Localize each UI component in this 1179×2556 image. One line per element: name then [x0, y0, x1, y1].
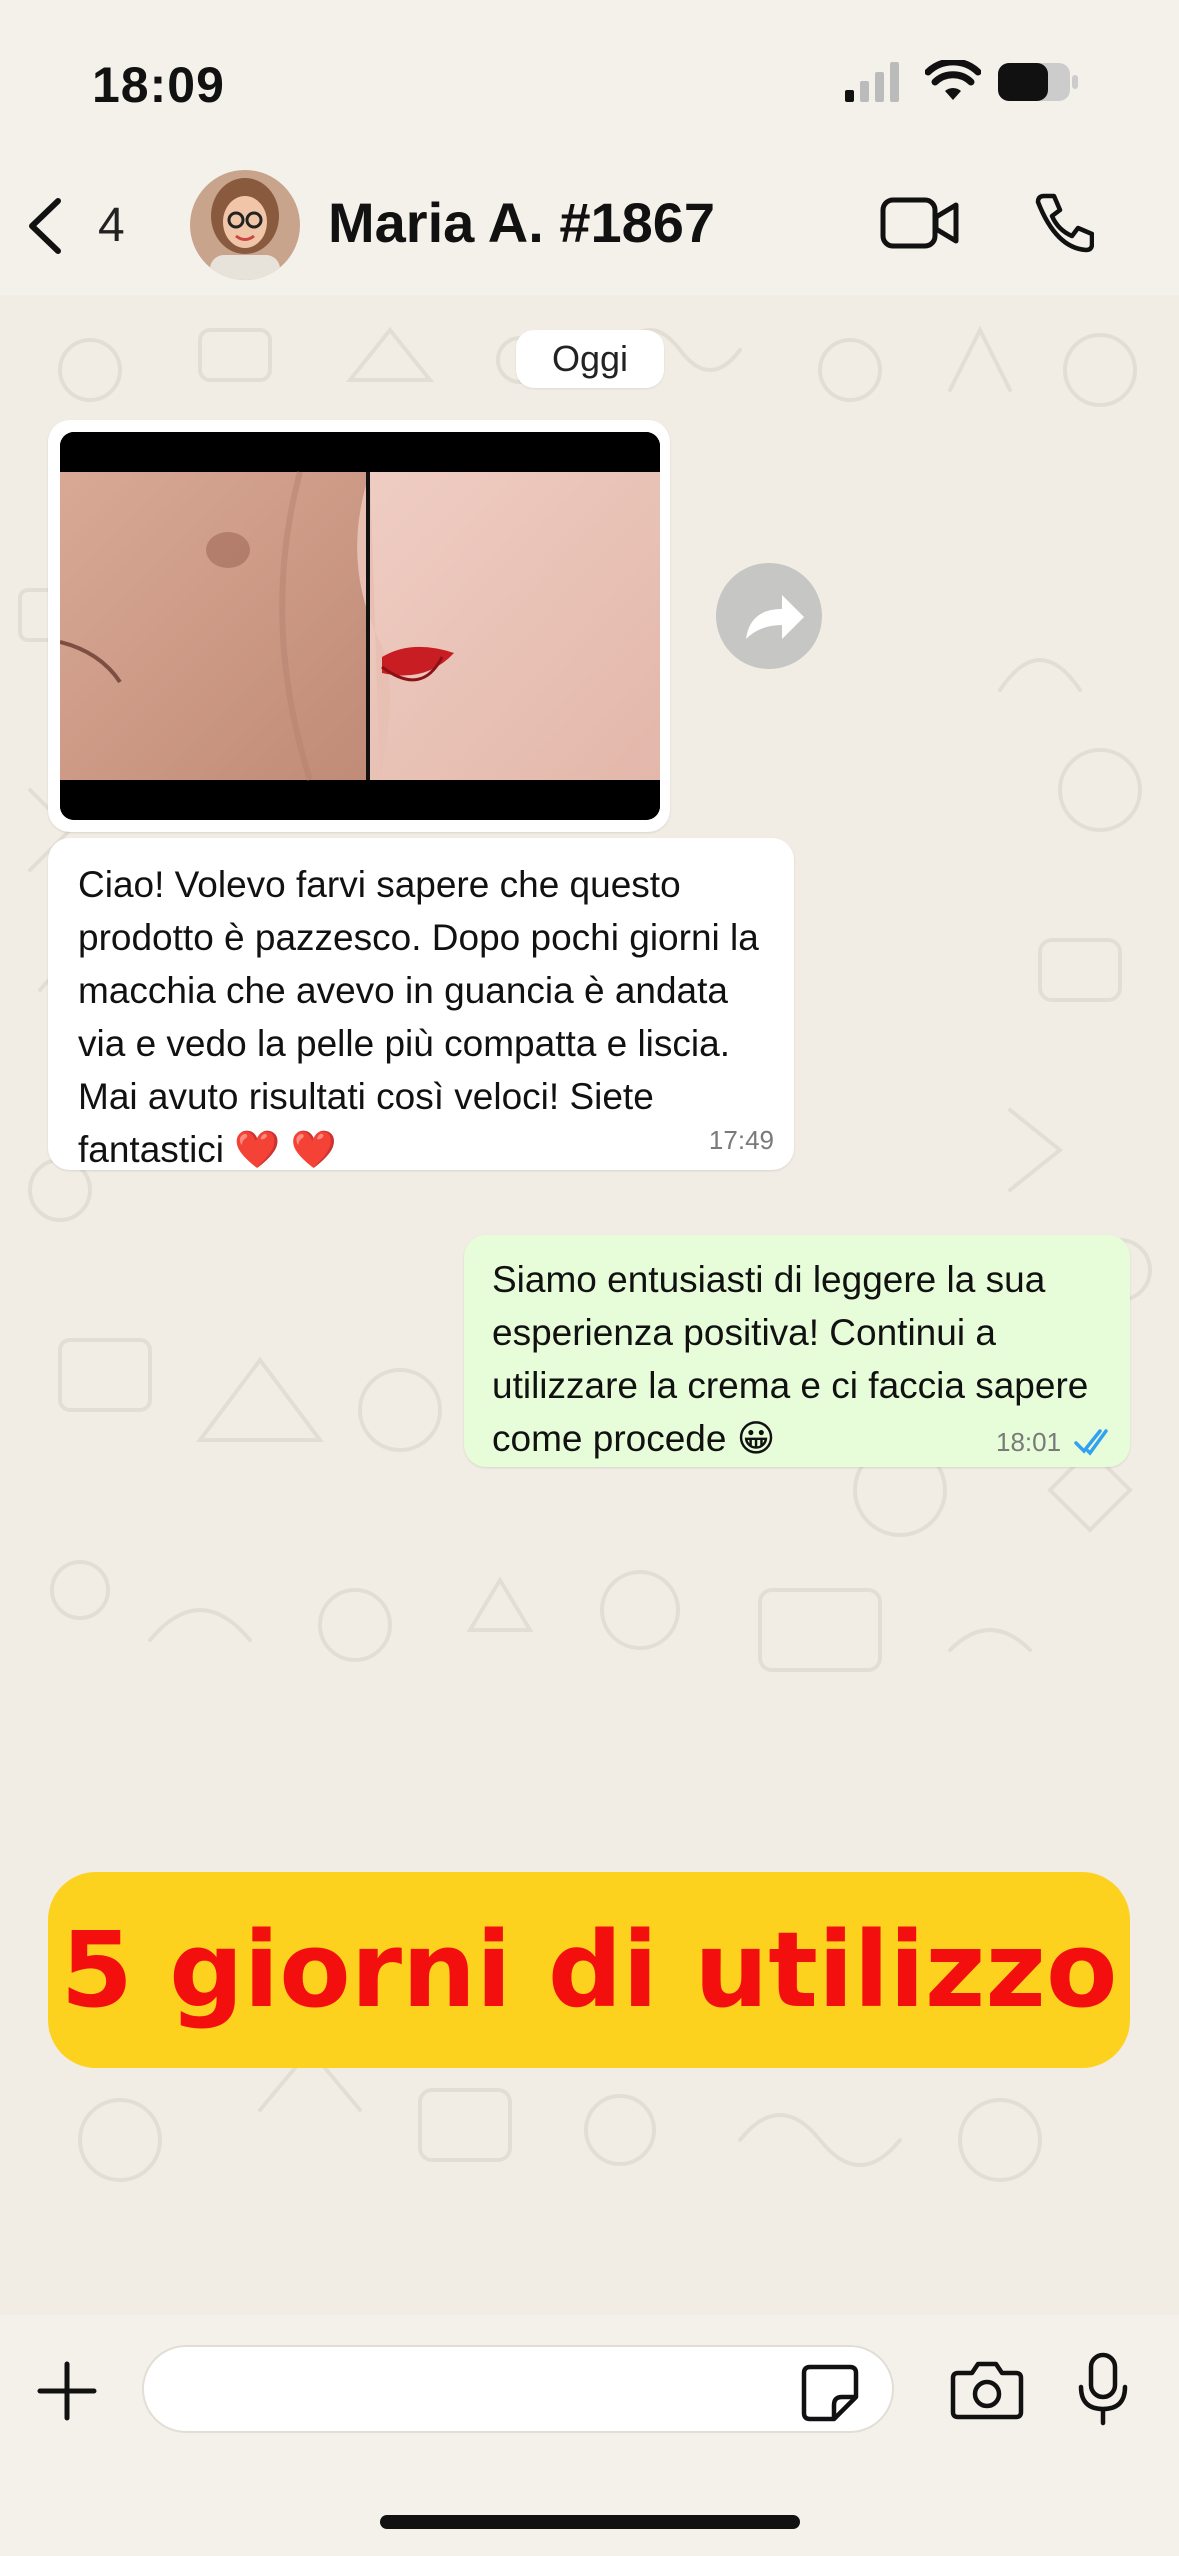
usage-days-banner: 5 giorni di utilizzo [48, 1872, 1130, 2068]
read-receipt-icon [1074, 1429, 1108, 1456]
microphone-icon[interactable] [1075, 2351, 1131, 2427]
outgoing-message-time: 18:01 [996, 1427, 1062, 1457]
cellular-signal-icon [845, 62, 899, 102]
forward-button[interactable] [716, 563, 822, 669]
contact-name[interactable]: Maria A. #1867 [328, 190, 715, 255]
message-input-bar [0, 2315, 1179, 2556]
video-call-icon[interactable] [880, 195, 960, 251]
contact-avatar[interactable] [190, 170, 300, 280]
grinning-emoji: 😀 [736, 1418, 776, 1459]
message-input[interactable] [142, 2345, 894, 2433]
date-separator: Oggi [516, 330, 664, 388]
incoming-message-time: 17:49 [708, 1125, 774, 1155]
status-bar: 18:09 [0, 0, 1179, 150]
heart-emoji: ❤️ ❤️ [234, 1129, 337, 1170]
plus-icon[interactable] [36, 2360, 98, 2422]
before-after-photo[interactable] [60, 432, 660, 820]
forward-arrow-icon [746, 595, 804, 639]
sticker-icon[interactable] [800, 2363, 860, 2423]
phone-call-icon[interactable] [1030, 192, 1094, 256]
incoming-message-text: Ciao! Volevo farvi sapere che questo pro… [78, 858, 768, 1176]
unread-count[interactable]: 4 [98, 198, 125, 253]
status-time: 18:09 [92, 57, 225, 113]
back-chevron-icon[interactable] [22, 195, 66, 257]
outgoing-text-message[interactable]: Siamo entusiasti di leggere la sua esper… [464, 1235, 1130, 1467]
banner-text: 5 giorni di utilizzo [60, 1909, 1118, 2031]
incoming-image-message[interactable] [48, 420, 670, 832]
incoming-text-message[interactable]: Ciao! Volevo farvi sapere che questo pro… [48, 838, 794, 1170]
battery-icon [998, 63, 1078, 101]
incoming-message-body: Ciao! Volevo farvi sapere che questo pro… [78, 864, 759, 1170]
camera-icon[interactable] [950, 2359, 1024, 2421]
wifi-icon [925, 60, 981, 100]
chat-header: 4 Maria A. #1867 [0, 150, 1179, 295]
home-indicator[interactable] [380, 2515, 800, 2529]
